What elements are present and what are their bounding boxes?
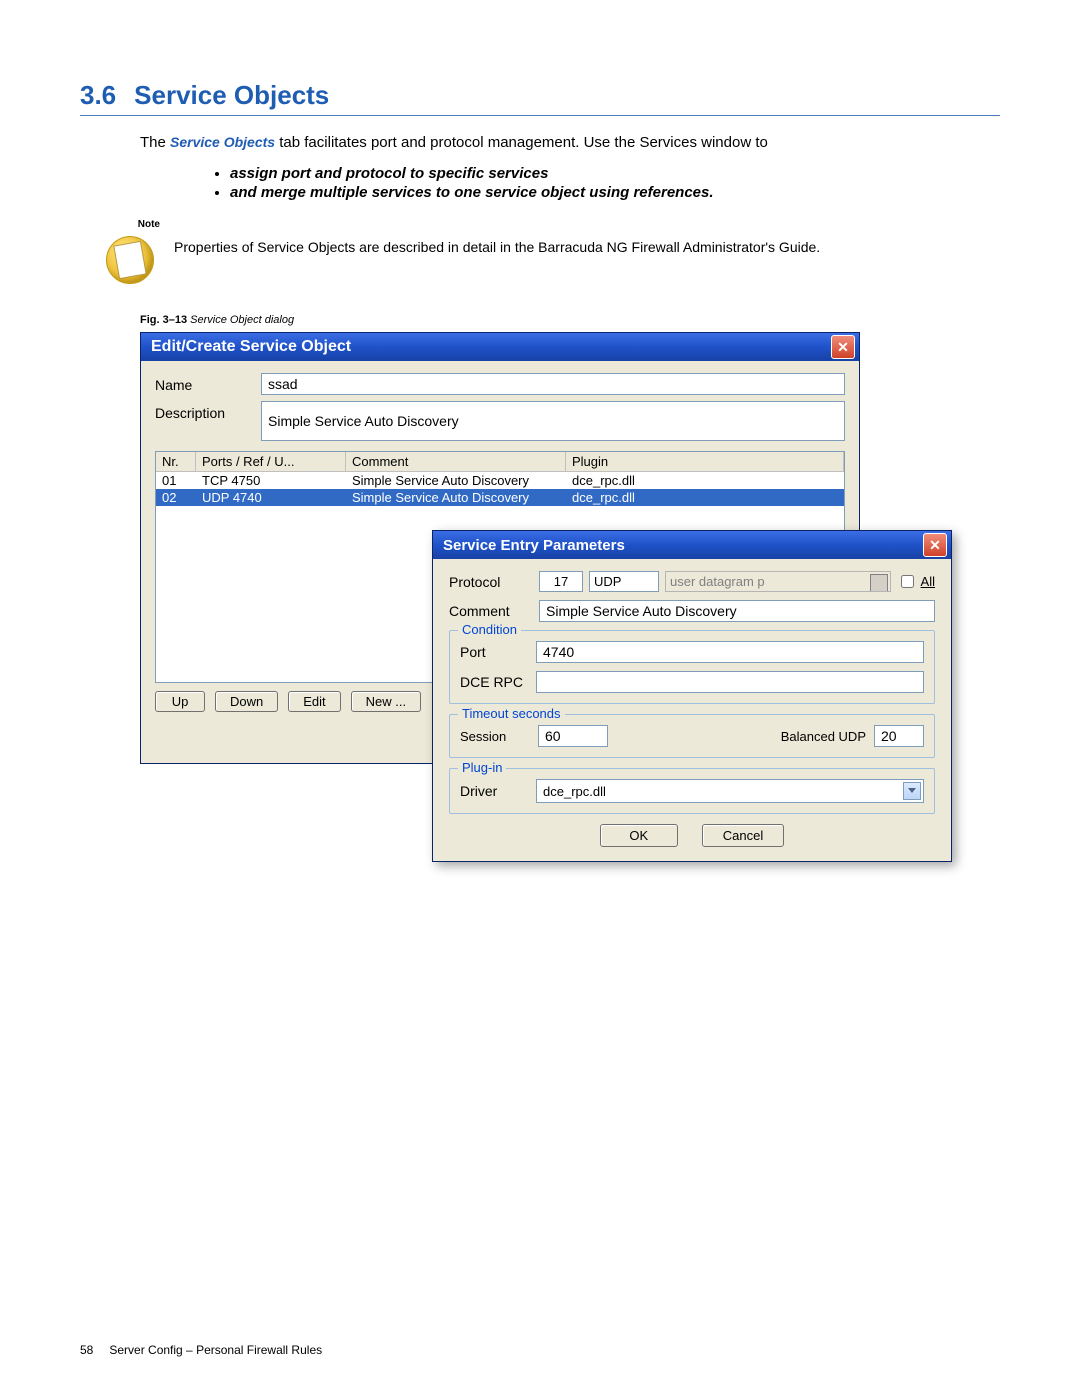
bullet-item: and merge multiple services to one servi… [230,184,1000,201]
figure-number: Fig. 3–13 [140,314,187,326]
cell-ports: TCP 4750 [196,472,346,489]
label-description: Description [155,401,255,441]
page-number: 58 [80,1343,93,1357]
note-block: Note Properties of Service Objects are d… [100,219,1000,284]
heading-title: Service Objects [134,80,329,111]
label-session: Session [460,729,530,744]
protocol-name-input[interactable]: UDP [589,571,659,592]
cell-plugin: dce_rpc.dll [566,489,844,506]
all-checkbox[interactable] [901,575,914,588]
comment-input[interactable] [539,600,935,622]
cancel-button[interactable]: Cancel [702,824,784,847]
dlg1-titlebar[interactable]: Edit/Create Service Object ✕ [141,333,859,361]
protocol-number-input[interactable]: 17 [539,571,583,592]
note-text: Properties of Service Objects are descri… [174,219,820,284]
figure-caption: Fig. 3–13 Service Object dialog [140,314,1000,326]
edit-button[interactable]: Edit [288,691,340,712]
fieldset-timeout: Timeout seconds Session Balanced UDP [449,714,935,758]
table-row[interactable]: 02 UDP 4740 Simple Service Auto Discover… [156,489,844,506]
label-all: All [921,574,935,589]
label-dcerpc: DCE RPC [460,674,530,690]
table-row[interactable]: 01 TCP 4750 Simple Service Auto Discover… [156,472,844,489]
new-button[interactable]: New ... [351,691,421,712]
driver-dropdown[interactable]: dce_rpc.dll [536,779,924,803]
intro-post: tab facilitates port and protocol manage… [275,134,768,151]
page-footer: 58 Server Config – Personal Firewall Rul… [80,1343,322,1357]
cell-comment: Simple Service Auto Discovery [346,472,566,489]
port-input[interactable] [536,641,924,663]
breadcrumb: Server Config – Personal Firewall Rules [109,1343,322,1357]
heading-number: 3.6 [80,80,116,111]
note-label: Note [138,219,160,230]
fieldset-condition: Condition Port DCE RPC [449,630,935,704]
legend-condition: Condition [458,622,521,637]
figure-desc: Service Object dialog [190,314,294,326]
label-name: Name [155,373,255,395]
ok-button[interactable]: OK [600,824,678,847]
label-port: Port [460,644,530,660]
fieldset-plugin: Plug-in Driver dce_rpc.dll [449,768,935,814]
screenshot-area: Edit/Create Service Object ✕ Name Descri… [140,332,966,1032]
close-icon[interactable]: ✕ [923,533,947,557]
label-protocol: Protocol [449,574,533,590]
list-header: Nr. Ports / Ref / U... Comment Plugin [156,452,844,472]
col-plugin[interactable]: Plugin [566,452,844,471]
col-nr[interactable]: Nr. [156,452,196,471]
section-heading: 3.6 Service Objects [80,80,1000,116]
dlg2-title: Service Entry Parameters [443,537,625,554]
legend-plugin: Plug-in [458,760,506,775]
cell-nr: 01 [156,472,196,489]
dlg1-title: Edit/Create Service Object [151,338,351,356]
description-input[interactable] [261,401,845,441]
col-comment[interactable]: Comment [346,452,566,471]
cell-nr: 02 [156,489,196,506]
dcerpc-input[interactable] [536,671,924,693]
label-balanced: Balanced UDP [616,729,866,744]
balanced-input[interactable] [874,725,924,747]
close-icon[interactable]: ✕ [831,335,855,359]
label-comment: Comment [449,603,533,619]
cell-ports: UDP 4740 [196,489,346,506]
col-ports[interactable]: Ports / Ref / U... [196,452,346,471]
driver-value: dce_rpc.dll [543,784,606,799]
dialog-service-entry: Service Entry Parameters ✕ Protocol 17 U… [432,530,952,862]
cell-plugin: dce_rpc.dll [566,472,844,489]
legend-timeout: Timeout seconds [458,706,565,721]
bullet-list: assign port and protocol to specific ser… [210,165,1000,201]
note-icon [106,236,154,284]
label-driver: Driver [460,783,530,799]
intro-pre: The [140,134,170,151]
cell-comment: Simple Service Auto Discovery [346,489,566,506]
session-input[interactable] [538,725,608,747]
up-button[interactable]: Up [155,691,205,712]
bullet-item: assign port and protocol to specific ser… [230,165,1000,182]
intro-paragraph: The Service Objects tab facilitates port… [140,134,1000,151]
protocol-desc-dropdown[interactable]: user datagram p [665,571,891,592]
dlg2-titlebar[interactable]: Service Entry Parameters ✕ [433,531,951,559]
name-input[interactable] [261,373,845,395]
intro-link: Service Objects [170,134,275,150]
down-button[interactable]: Down [215,691,278,712]
